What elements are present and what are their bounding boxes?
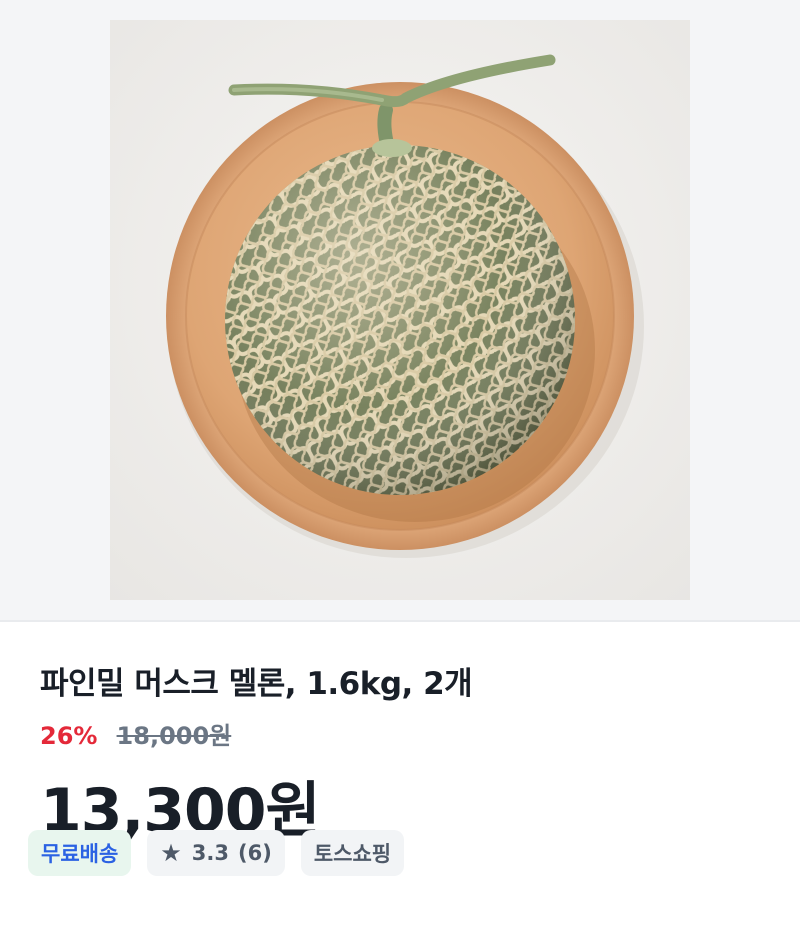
review-count: (6): [238, 841, 272, 865]
star-icon: ★: [160, 839, 182, 867]
rating-value: 3.3: [191, 841, 229, 865]
badge-row: 무료배송 ★ 3.3 (6) 토스쇼핑: [28, 830, 405, 876]
original-price: 18,000원: [116, 722, 232, 750]
free-shipping-label: 무료배송: [41, 842, 119, 866]
melon-image: [110, 20, 690, 600]
store-badge[interactable]: 토스쇼핑: [300, 830, 405, 876]
product-title[interactable]: 파인밀 머스크 멜론, 1.6kg, 2개: [40, 658, 473, 703]
product-image-area: [0, 0, 800, 622]
free-shipping-badge: 무료배송: [28, 830, 132, 876]
product-image[interactable]: [110, 20, 690, 600]
rating-badge[interactable]: ★ 3.3 (6): [147, 830, 285, 876]
discount-rate: 26%: [40, 722, 98, 750]
store-name: 토스쇼핑: [313, 842, 392, 866]
discount-row: 26% 18,000원: [40, 716, 231, 751]
